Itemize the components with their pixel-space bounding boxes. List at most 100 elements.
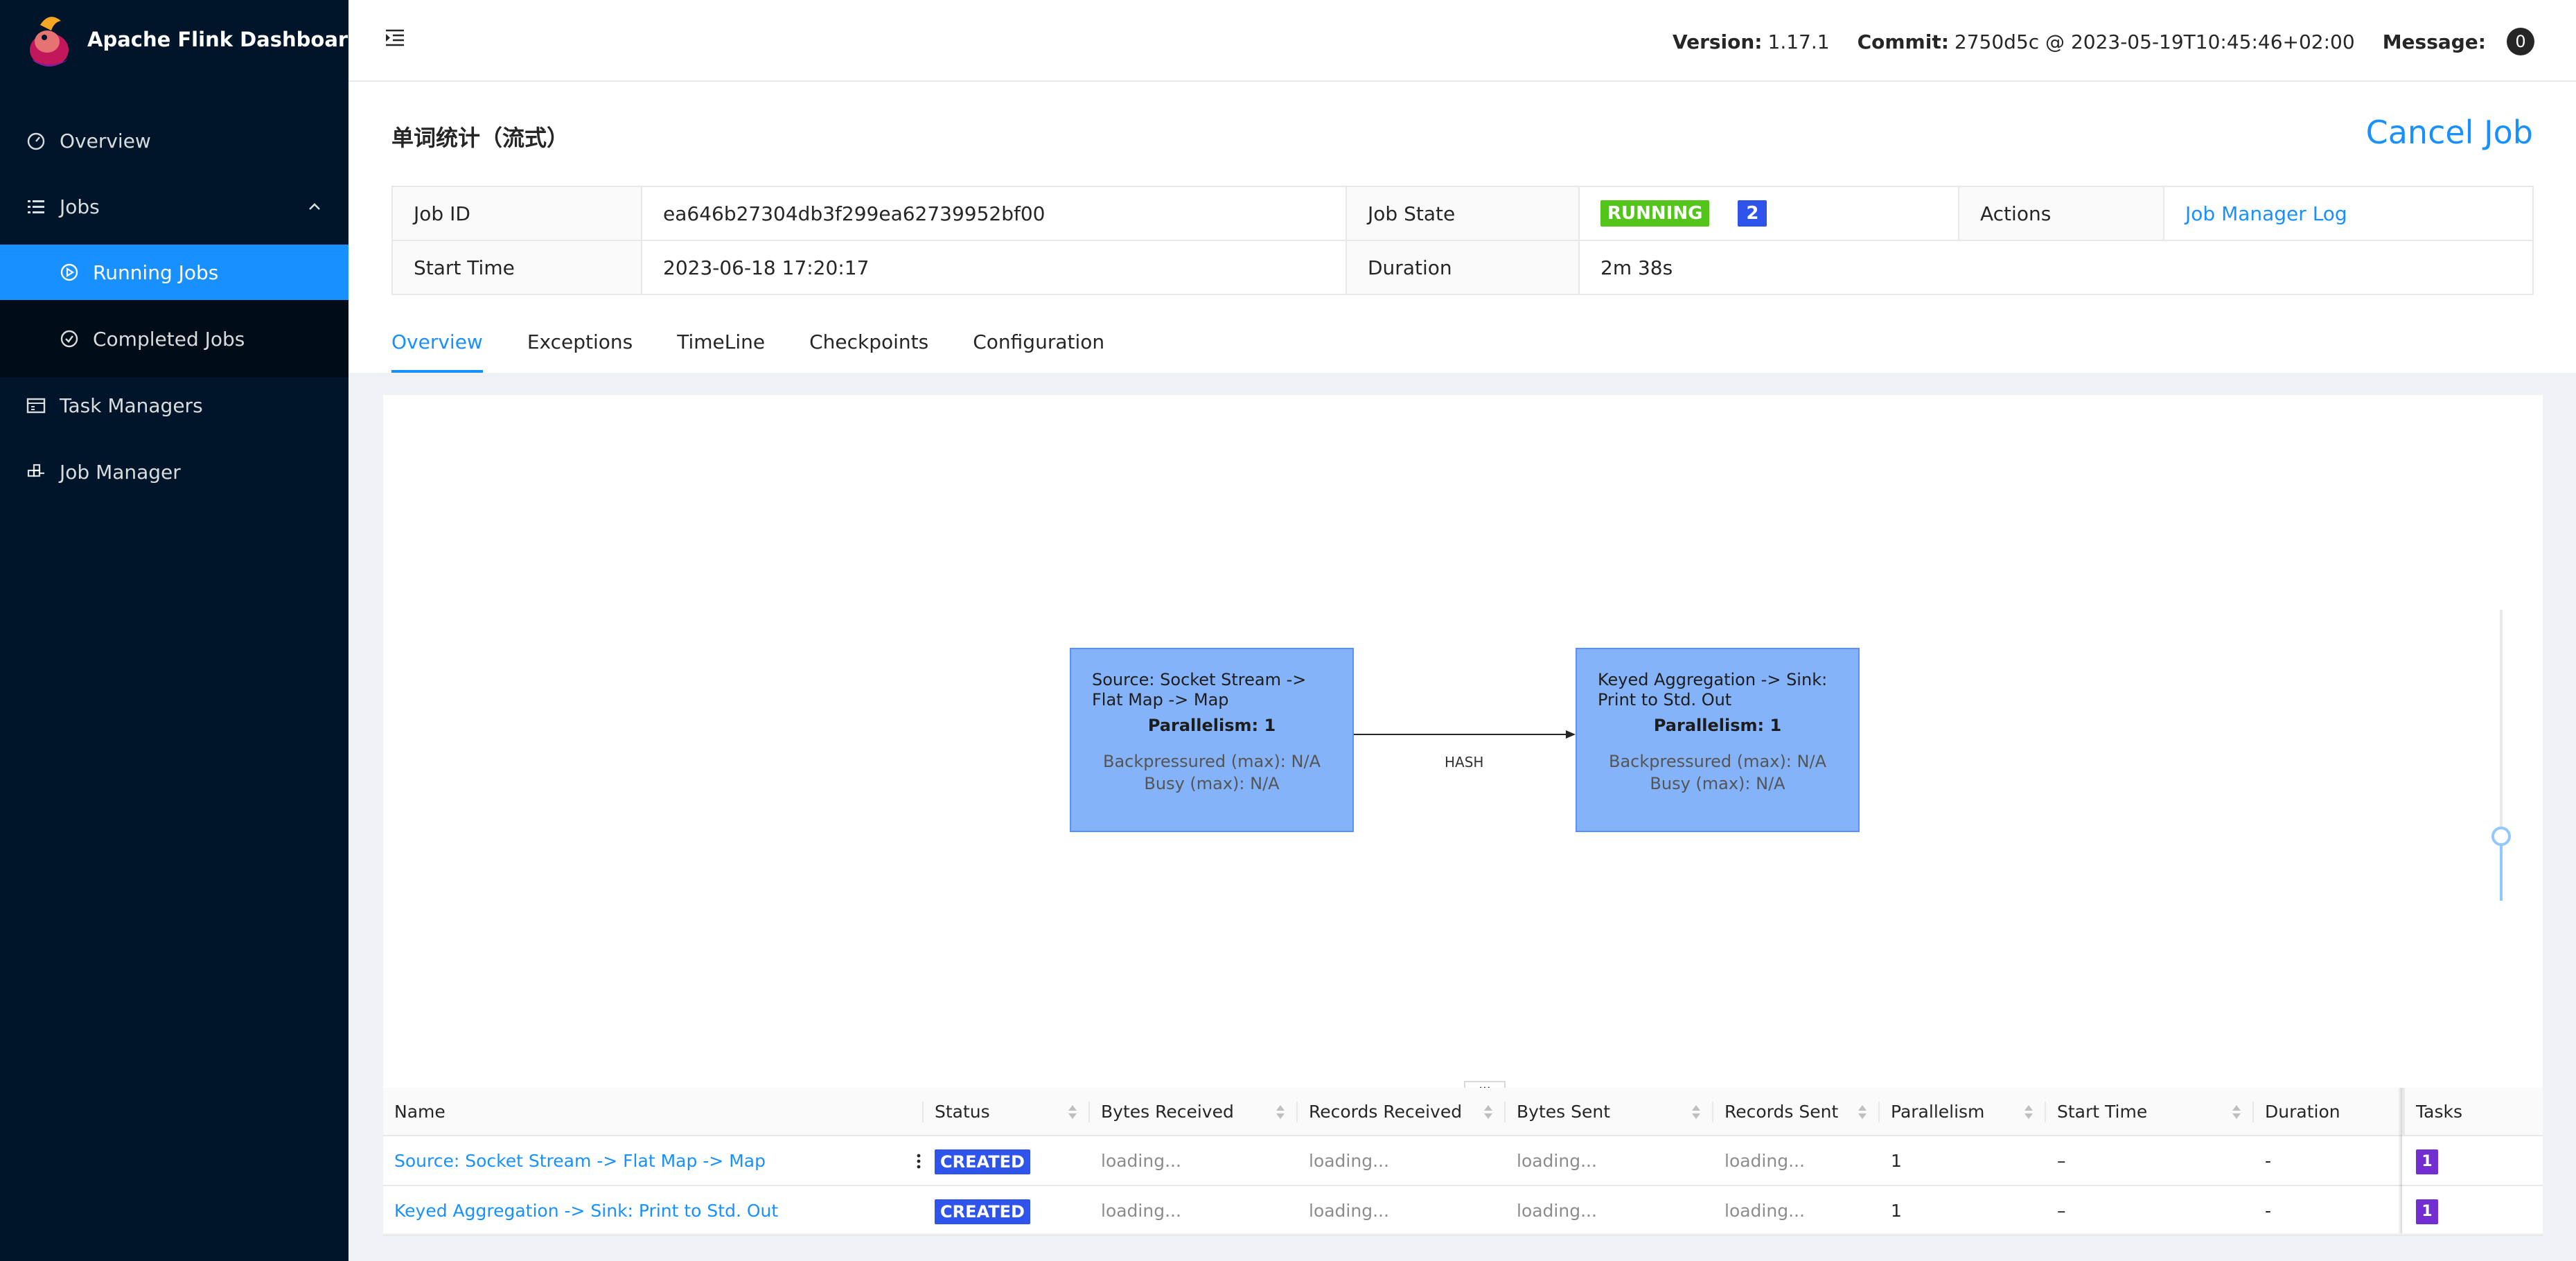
message-count-badge[interactable]: 0: [2507, 28, 2534, 55]
node-parallelism: Parallelism: 1: [1147, 716, 1276, 735]
node-name: Keyed Aggregation -> Sink: Print to Std.…: [1598, 670, 1828, 709]
tab-timeline[interactable]: TimeLine: [677, 324, 765, 373]
table-row[interactable]: Source: Socket Stream -> Flat Map -> Map…: [383, 1136, 2543, 1186]
tab-overview[interactable]: Overview: [391, 324, 483, 373]
column-header-parallelism[interactable]: Parallelism: [1880, 1088, 2046, 1136]
status-badge: CREATED: [935, 1199, 1030, 1224]
job-state-label: Job State: [1346, 186, 1580, 241]
job-state-value: RUNNING 2: [1578, 186, 1959, 241]
sidebar-item-label: Running Jobs: [93, 261, 219, 284]
sort-icon: [1692, 1105, 1700, 1119]
duration-label: Duration: [1346, 240, 1580, 295]
status-badge: RUNNING: [1600, 200, 1710, 227]
job-title: 单词统计（流式）: [391, 125, 570, 151]
duration: -: [2265, 1151, 2272, 1171]
bytes-received: loading...: [1101, 1151, 1181, 1171]
node-name: Source: Socket Stream -> Flat Map -> Map: [1092, 670, 1307, 709]
sort-icon: [1068, 1105, 1077, 1119]
sidebar-item-completed-jobs[interactable]: Completed Jobs: [0, 311, 349, 367]
column-header-name[interactable]: Name: [383, 1088, 924, 1136]
commit: Commit: 2750d5c @ 2023-05-19T10:45:46+02:…: [1857, 30, 2355, 53]
sort-icon: [1858, 1105, 1867, 1119]
column-header-bytes-sent[interactable]: Bytes Sent: [1506, 1088, 1713, 1136]
node-backpressure: Backpressured (max): N/A: [1609, 752, 1826, 771]
menu-fold-icon[interactable]: [383, 26, 407, 50]
bytes-sent: loading...: [1517, 1201, 1597, 1221]
flink-logo[interactable]: [26, 11, 72, 69]
node-busy: Busy (max): N/A: [1650, 774, 1785, 793]
arrow-head-icon: [1566, 730, 1576, 739]
schedule-icon: [26, 398, 46, 414]
job-tabs: Overview Exceptions TimeLine Checkpoints…: [391, 324, 1149, 373]
duration: -: [2265, 1201, 2272, 1221]
dashboard-icon: [27, 132, 45, 150]
parallelism: 1: [1891, 1151, 1902, 1171]
column-header-tasks: Tasks: [2402, 1088, 2543, 1136]
records-sent: loading...: [1724, 1151, 1805, 1171]
sidebar: Apache Flink Dashboard Overview Jobs Run…: [0, 0, 362, 1261]
column-header-records-sent[interactable]: Records Sent: [1713, 1088, 1880, 1136]
column-header-bytes-received[interactable]: Bytes Received: [1090, 1088, 1298, 1136]
job-descriptions: Job ID ea646b27304db3f299ea62739952bf00 …: [391, 186, 2534, 295]
sidebar-item-label: Task Managers: [60, 394, 203, 417]
sidebar-item-task-managers[interactable]: Task Managers: [0, 378, 349, 433]
message[interactable]: Message:: [2383, 30, 2491, 53]
sidebar-item-label: Jobs: [60, 195, 100, 218]
zoom-slider-handle[interactable]: [2491, 827, 2511, 846]
sidebar-item-job-manager[interactable]: Job Manager: [0, 444, 349, 500]
edge-label: HASH: [1445, 754, 1484, 770]
parallelism: 1: [1891, 1201, 1902, 1221]
start-time-value: 2023-06-18 17:20:17: [641, 240, 1347, 295]
column-header-start-time[interactable]: Start Time: [2046, 1088, 2254, 1136]
records-received: loading...: [1309, 1151, 1389, 1171]
check-circle-icon: [60, 330, 78, 348]
node-backpressure: Backpressured (max): N/A: [1103, 752, 1321, 771]
start-time: –: [2057, 1151, 2066, 1171]
cancel-job-button[interactable]: Cancel Job: [2366, 114, 2533, 151]
graph-node-sink[interactable]: Keyed Aggregation -> Sink: Print to Std.…: [1576, 648, 1860, 832]
sidebar-item-label: Job Manager: [60, 460, 181, 484]
start-time: –: [2057, 1201, 2066, 1221]
column-header-duration[interactable]: Duration: [2254, 1088, 2402, 1136]
start-time-label: Start Time: [391, 240, 642, 295]
chevron-up-icon: [309, 203, 320, 210]
column-header-records-received[interactable]: Records Received: [1298, 1088, 1506, 1136]
column-resize-icon[interactable]: [917, 1152, 921, 1171]
bytes-received: loading...: [1101, 1201, 1181, 1221]
bytes-sent: loading...: [1517, 1151, 1597, 1171]
graph-node-source[interactable]: Source: Socket Stream -> Flat Map -> Map…: [1070, 648, 1354, 832]
actions-label: Actions: [1958, 186, 2164, 241]
job-id-label: Job ID: [391, 186, 642, 241]
unordered-list-icon: [28, 200, 44, 213]
job-header: 单词统计（流式） Cancel Job Job ID ea646b27304db…: [349, 82, 2576, 373]
duration-value: 2m 38s: [1578, 240, 2534, 295]
sort-icon: [2024, 1105, 2033, 1119]
sort-icon: [1276, 1105, 1285, 1119]
records-received: loading...: [1309, 1201, 1389, 1221]
top-header: Version: 1.17.1 Commit: 2750d5c @ 2023-05-…: [349, 0, 2576, 82]
sidebar-item-running-jobs[interactable]: Running Jobs: [0, 245, 349, 300]
job-manager-log-link[interactable]: Job Manager Log: [2185, 202, 2347, 225]
zoom-slider-fill: [2500, 838, 2503, 901]
tab-configuration[interactable]: Configuration: [973, 324, 1104, 373]
records-sent: loading...: [1724, 1201, 1805, 1221]
tab-checkpoints[interactable]: Checkpoints: [809, 324, 928, 373]
sidebar-item-label: Overview: [60, 129, 151, 152]
version: Version: 1.17.1: [1672, 30, 1830, 53]
job-graph-canvas[interactable]: Source: Socket Stream -> Flat Map -> Map…: [383, 395, 2543, 1095]
column-header-status[interactable]: Status: [924, 1088, 1090, 1136]
sidebar-item-jobs[interactable]: Jobs: [0, 179, 349, 234]
vertex-name-link[interactable]: Source: Socket Stream -> Flat Map -> Map: [394, 1151, 766, 1171]
status-badge: CREATED: [935, 1149, 1030, 1174]
column-shadow: [2398, 1088, 2402, 1233]
vertex-name-link[interactable]: Keyed Aggregation -> Sink: Print to Std.…: [394, 1201, 778, 1221]
sort-icon: [2232, 1105, 2241, 1119]
table-row[interactable]: Keyed Aggregation -> Sink: Print to Std.…: [383, 1186, 2543, 1236]
tab-exceptions[interactable]: Exceptions: [527, 324, 633, 373]
actions-value: Job Manager Log: [2163, 186, 2534, 241]
task-count-badge: 2: [1738, 200, 1767, 227]
graph-edge: [1354, 730, 1576, 739]
tasks-badge: 1: [2416, 1199, 2438, 1224]
sidebar-item-overview[interactable]: Overview: [0, 113, 349, 168]
node-busy: Busy (max): N/A: [1144, 774, 1280, 793]
